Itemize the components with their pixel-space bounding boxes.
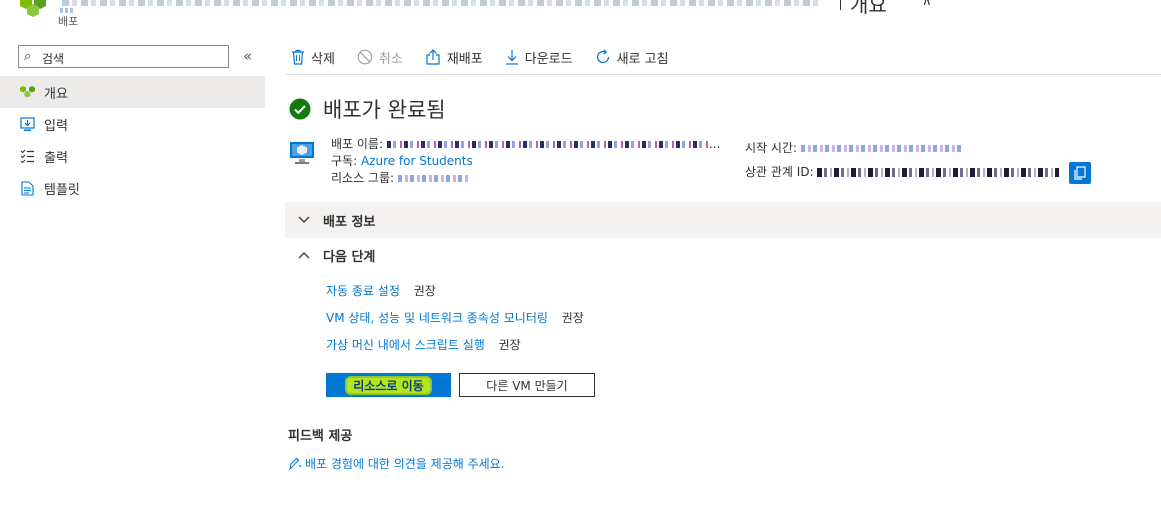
delete-label: 삭제 [311,51,335,67]
subscription-link[interactable]: Azure for Students [361,154,473,168]
start-time-row: 시작 시간: [745,136,1091,160]
sidebar-item-overview[interactable]: 개요 [0,76,265,108]
next-step-link[interactable]: VM 상태, 성능 및 네트워크 종속성 모니터링 [326,311,548,325]
collapse-sidebar-button[interactable]: « [243,47,252,65]
sidebar-item-template[interactable]: 템플릿 [0,172,265,204]
chevron-up-icon [285,251,323,259]
redacted-correlation-id [817,168,1060,177]
redacted-resource-group[interactable] [397,175,468,182]
resource-group-label: 리소스 그룹: [331,171,395,185]
recommended-label: 권장 [561,311,584,325]
feedback-title: 피드백 제공 [288,429,353,444]
blurred-title [62,0,822,6]
go-to-resource-label: 리소스로 이동 [345,375,432,395]
download-label: 다운로드 [524,51,573,67]
next-step-item: VM 상태, 성능 및 네트워크 종속성 모니터링 권장 [326,309,584,326]
toolbar-divider [285,74,1161,75]
template-icon [0,180,44,196]
delete-button[interactable]: 삭제 [285,48,335,67]
azure-deployment-page: 개요 ⊼ 배포 ⌕ 검색 « 개요 입력 출력 템플릿 삭제 취소 재배포 다운… [0,0,1161,514]
sidebar-item-label: 입력 [44,118,68,134]
next-steps-section[interactable]: 다음 단계 [285,239,375,271]
search-icon: ⌕ [24,49,32,64]
subscription-label: 구독: [331,154,358,168]
copy-button[interactable] [1069,161,1092,184]
correlation-id-row: 상관 관계 ID: [745,160,1092,184]
resource-group-row: 리소스 그룹: [331,170,720,187]
deployment-details-left: 배포 이름: ... 구독: Azure for Students 리소스 그룹… [331,136,720,187]
deployment-resource-icon [20,0,46,17]
create-another-vm-button[interactable]: 다른 VM 만들기 [459,373,595,397]
sidebar-item-outputs[interactable]: 출력 [0,140,265,172]
sidebar-item-inputs[interactable]: 입력 [0,108,265,140]
copy-icon [1074,165,1086,180]
redacted-start-time [800,145,961,152]
recommended-label: 권장 [413,284,436,298]
section-title: 다음 단계 [323,249,376,265]
refresh-button[interactable]: 새로 고침 [589,48,669,67]
outputs-icon [0,149,44,163]
redacted-deployment-name [386,141,709,148]
download-icon [505,49,519,65]
pin-icon[interactable]: ⊼ [922,0,932,9]
correlation-id-label: 상관 관계 ID: [745,165,814,179]
title-separator [840,0,841,10]
deployment-name-ellipsis: ... [708,137,721,151]
status-title: 배포가 완료됨 [323,98,446,122]
subscription-row: 구독: Azure for Students [331,153,720,170]
start-time-label: 시작 시간: [745,141,798,155]
deployment-name-label: 배포 이름: [331,137,384,151]
search-placeholder: 검색 [42,52,65,66]
inputs-icon [0,116,44,132]
next-step-link[interactable]: 자동 종료 설정 [326,284,400,298]
next-step-item: 가상 머신 내에서 스크립트 실행 권장 [326,336,521,353]
command-bar: 삭제 취소 재배포 다운로드 새로 고침 [285,44,685,70]
page-title: 개요 [850,0,887,17]
feedback-link-label: 배포 경험에 대한 의견을 제공해 주세요. [305,457,505,471]
sidebar-item-label: 개요 [44,86,68,102]
deployment-name-row: 배포 이름: ... [331,136,720,153]
sidebar-item-label: 출력 [44,150,68,166]
search-input[interactable]: ⌕ 검색 [18,45,229,68]
next-step-link[interactable]: 가상 머신 내에서 스크립트 실행 [326,338,485,352]
next-step-item: 자동 종료 설정 권장 [326,282,436,299]
cancel-icon [357,49,373,65]
recommended-label: 권장 [498,338,521,352]
download-button[interactable]: 다운로드 [499,48,573,67]
blade-header: 개요 ⊼ 배포 [0,0,1161,36]
virtual-machine-icon [290,142,314,164]
chevron-down-icon [285,216,323,224]
refresh-label: 새로 고침 [616,51,669,67]
deployment-details-right: 시작 시간: 상관 관계 ID: [745,136,1092,184]
cancel-button[interactable]: 취소 [351,48,403,67]
main-content: 삭제 취소 재배포 다운로드 새로 고침 배포가 완료됨 배포 이름: ... … [285,36,1161,514]
success-check-icon [289,98,311,120]
deployment-icon [0,85,44,100]
section-title: 배포 정보 [323,214,376,230]
upload-icon [425,49,441,65]
deployment-details-section[interactable]: 배포 정보 [285,202,1161,238]
resource-type-label: 배포 [58,15,79,28]
redeploy-label: 재배포 [446,51,483,67]
redeploy-button[interactable]: 재배포 [419,48,483,67]
refresh-icon [595,49,611,65]
deployment-status: 배포가 완료됨 [289,94,446,124]
cancel-label: 취소 [378,51,403,67]
sidebar: ⌕ 검색 « 개요 입력 출력 템플릿 [0,36,265,514]
go-to-resource-button[interactable]: 리소스로 이동 [326,373,451,397]
sidebar-item-label: 템플릿 [44,182,80,198]
feedback-icon [289,457,302,470]
feedback-link[interactable]: 배포 경험에 대한 의견을 제공해 주세요. [288,455,505,472]
trash-icon [291,49,305,65]
